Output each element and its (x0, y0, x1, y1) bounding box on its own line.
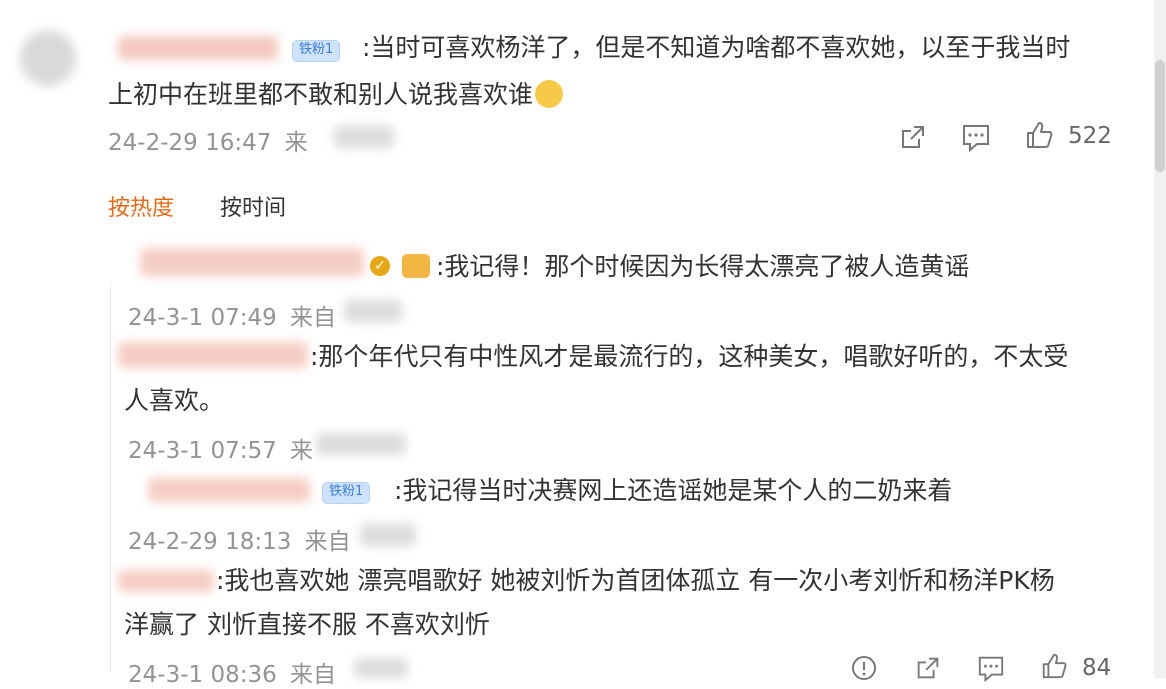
reply-meta: 24-2-29 18:13 来自 (128, 522, 351, 556)
scrollbar-track[interactable] (1154, 0, 1166, 678)
reply-username-blurred[interactable] (140, 248, 364, 276)
source-blurred (360, 524, 416, 546)
reply-text-line2: 人喜欢。 (124, 386, 225, 415)
like-icon[interactable] (1024, 120, 1054, 150)
source-prefix: 来自 (304, 529, 351, 555)
verified-icon: ✓ (370, 256, 390, 276)
reply-text-line2: 洋赢了 刘忻直接不服 不喜欢刘忻 (124, 610, 490, 639)
reply-text-line1: :那个年代只有中性风才是最流行的，这种美女，唱歌好听的，不太受 (310, 342, 1069, 371)
timestamp: 24-2-29 16:47 (108, 130, 272, 156)
source-prefix: 来自 (290, 305, 337, 331)
like-count: 522 (1068, 123, 1112, 149)
main-comment-meta: 24-2-29 16:47 来 (108, 123, 308, 157)
reply-text-line1: :我也喜欢她 漂亮唱歌好 她被刘忻为首团体孤立 有一次小考刘忻和杨洋PK杨 (216, 566, 1055, 595)
reply-username-blurred[interactable] (118, 570, 214, 592)
avatar[interactable] (20, 30, 76, 86)
reply-thread-line (110, 282, 111, 672)
reply-username-blurred[interactable] (118, 342, 308, 368)
timestamp: 24-3-1 07:49 (128, 305, 277, 331)
crown-icon (402, 254, 430, 278)
reply-meta: 24-3-1 07:57 来 (128, 431, 313, 465)
reply-meta: 24-3-1 07:49 来自 (128, 298, 336, 332)
reply-username-blurred[interactable] (148, 478, 310, 502)
source-blurred (354, 658, 408, 678)
tab-time[interactable]: 按时间 (220, 190, 286, 222)
main-comment-line1: :当时可喜欢杨洋了，但是不知道为啥都不喜欢她，以至于我当时 (362, 33, 1071, 62)
source-blurred (316, 433, 406, 455)
like-icon[interactable] (1040, 652, 1068, 680)
timestamp: 24-3-1 07:57 (128, 438, 277, 464)
source-blurred (334, 126, 394, 148)
fan-badge: 铁粉1 (322, 482, 371, 504)
emoji-icon (535, 80, 564, 108)
fan-badge: 铁粉1 (292, 40, 341, 62)
timestamp: 24-3-1 08:36 (128, 662, 277, 688)
source-prefix: 来自 (290, 662, 337, 688)
reply-text: :我记得！那个时候因为长得太漂亮了被人造黄谣 (436, 252, 970, 281)
main-comment-line2: 上初中在班里都不敢和别人说我喜欢谁 (108, 74, 564, 116)
reply-text: :我记得当时决赛网上还造谣她是某个人的二奶来着 (394, 476, 953, 505)
reply-meta: 24-3-1 08:36 来自 (128, 655, 336, 689)
comment-icon[interactable] (960, 122, 992, 152)
share-icon[interactable] (898, 122, 928, 152)
username-blurred[interactable] (118, 36, 278, 60)
source-blurred (344, 300, 402, 322)
source-prefix: 来 (284, 130, 308, 156)
tab-hot[interactable]: 按热度 (108, 190, 174, 222)
scrollbar-thumb[interactable] (1155, 60, 1165, 172)
timestamp: 24-2-29 18:13 (128, 529, 292, 555)
source-prefix: 来 (290, 438, 314, 464)
like-count: 84 (1082, 655, 1112, 681)
